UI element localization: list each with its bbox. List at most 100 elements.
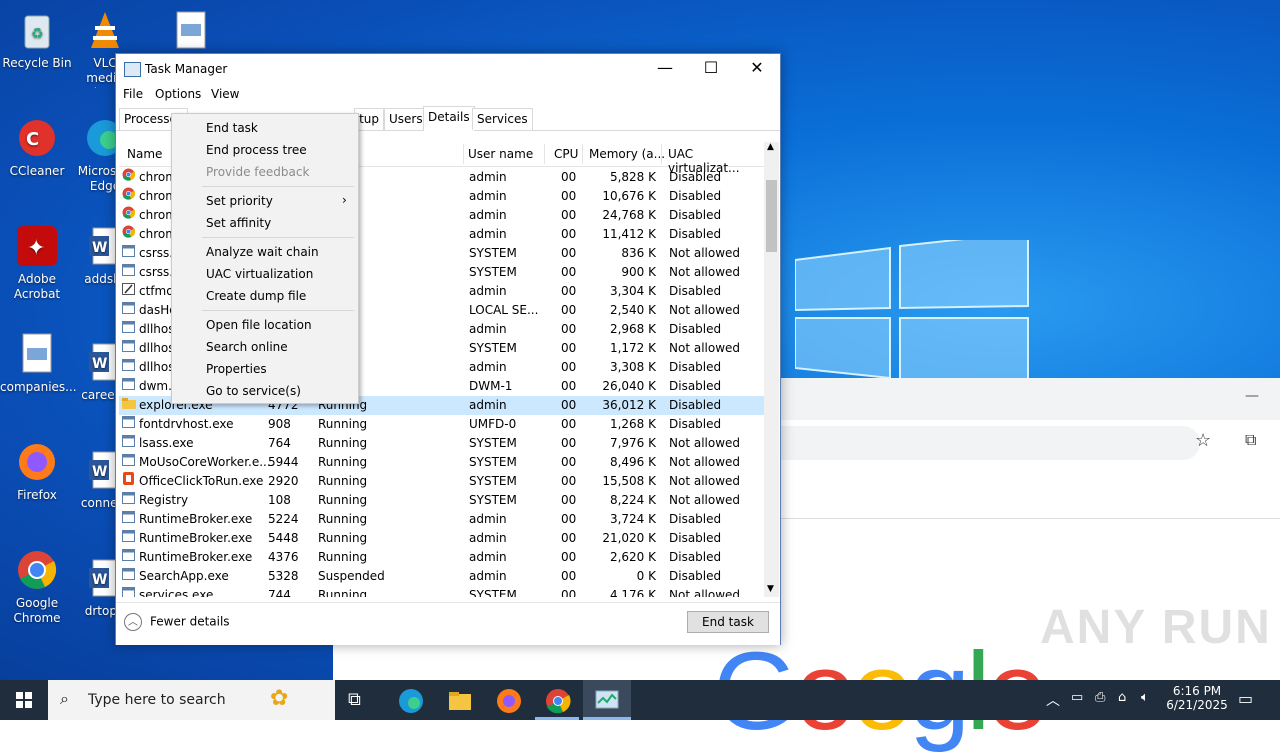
chrome-address-bar[interactable] xyxy=(780,426,1200,460)
table-row[interactable]: services.exe 744 Running SYSTEM 00 Not allowe… xyxy=(119,586,764,597)
adobe-acrobat-shortcut[interactable]: ✦ Adobe Acrobat xyxy=(0,224,74,302)
notifications-icon[interactable]: ▭ xyxy=(1238,689,1253,708)
table-row[interactable]: fontdrvhost.exe 908 Running UMFD-0 00 Disable… xyxy=(119,415,764,434)
cell-uac: Not allowed xyxy=(669,474,741,488)
cell-name: MoUsoCoreWorker.e... xyxy=(139,455,271,469)
cell-pid: 5328 xyxy=(268,569,299,583)
desktop-icon-label: Recycle Bin xyxy=(2,56,72,70)
table-row[interactable]: MoUsoCoreWorker.e... 5944 Running SYSTEM 00 N… xyxy=(119,453,764,472)
task-manager-icon xyxy=(124,62,141,77)
cell-memory: 4,176 K xyxy=(609,588,656,597)
firefox-shortcut[interactable]: Firefox xyxy=(0,440,74,503)
extensions-icon[interactable]: ⧉ xyxy=(1245,430,1256,450)
column-divider[interactable] xyxy=(463,144,464,164)
table-row[interactable]: SearchApp.exe 5328 Suspended admin 00 Disable… xyxy=(119,567,764,586)
menu-item-analyze-wait-chain[interactable]: Analyze wait chain xyxy=(206,245,319,259)
table-row[interactable]: OfficeClickToRun.exe 2920 Running SYSTEM 00 N… xyxy=(119,472,764,491)
menu-item-properties[interactable]: Properties xyxy=(206,362,267,376)
firefox-taskbar-icon[interactable] xyxy=(496,688,522,714)
vertical-scrollbar[interactable]: ▲ ▼ xyxy=(764,142,779,597)
menu-file[interactable]: File xyxy=(123,87,143,101)
ccleaner-shortcut[interactable]: C CCleaner xyxy=(0,116,74,179)
column-cpu[interactable]: CPU xyxy=(554,147,578,161)
recycle-bin-shortcut[interactable]: ♻ Recycle Bin xyxy=(0,8,74,71)
cell-name: services.exe xyxy=(139,588,214,597)
edge-taskbar-icon[interactable] xyxy=(398,688,424,714)
table-row[interactable]: Registry 108 Running SYSTEM 00 Not allowed 8,2… xyxy=(119,491,764,510)
menu-item-open-file-location[interactable]: Open file location xyxy=(206,318,312,332)
menu-options[interactable]: Options xyxy=(155,87,201,101)
menu-item-create-dump-file[interactable]: Create dump file xyxy=(206,289,306,303)
cell-name: RuntimeBroker.exe xyxy=(139,550,253,564)
cell-uac: Disabled xyxy=(669,379,722,393)
cell-cpu: 00 xyxy=(561,531,577,545)
application-icon xyxy=(122,358,135,371)
network-icon[interactable]: ⌂ xyxy=(1118,690,1126,705)
device-icon[interactable]: ⎙ xyxy=(1095,690,1105,705)
clock[interactable]: 6:16 PM 6/21/2025 xyxy=(1166,684,1228,712)
minimize-button[interactable]: — xyxy=(642,54,688,84)
image-file-shortcut[interactable] xyxy=(155,8,215,53)
menu-item-search-online[interactable]: Search online xyxy=(206,340,288,354)
menu-item-end-task[interactable]: End task xyxy=(206,121,258,135)
application-icon xyxy=(122,415,135,428)
scroll-down-icon[interactable]: ▼ xyxy=(767,584,774,594)
title-bar[interactable]: Task Manager — ☐ ✕ xyxy=(116,54,780,84)
close-button[interactable]: ✕ xyxy=(734,54,780,84)
column-memory[interactable]: Memory (a... xyxy=(589,147,665,161)
cell-uac: Not allowed xyxy=(669,265,741,279)
cell-user-name: admin xyxy=(469,512,507,526)
google-chrome-shortcut[interactable]: Google Chrome xyxy=(0,548,74,626)
task-view-icon[interactable]: ⧉ xyxy=(348,689,374,715)
desktop-icon-label: CCleaner xyxy=(9,164,65,178)
column-name[interactable]: Name xyxy=(127,147,162,161)
table-row[interactable]: lsass.exe 764 Running SYSTEM 00 Not allowed 7,… xyxy=(119,434,764,453)
scroll-up-icon[interactable]: ▲ xyxy=(767,142,774,152)
minimize-icon[interactable]: — xyxy=(1245,388,1259,404)
cell-cpu: 00 xyxy=(561,265,577,279)
task-manager-taskbar-button[interactable] xyxy=(583,680,631,720)
application-icon xyxy=(122,320,135,333)
menu-item-set-priority[interactable]: Set priority xyxy=(206,194,273,208)
cell-cpu: 00 xyxy=(561,303,577,317)
column-user-name[interactable]: User name xyxy=(468,147,533,161)
application-icon xyxy=(122,548,135,561)
menu-item-uac-virtualization[interactable]: UAC virtualization xyxy=(206,267,313,281)
file-explorer-icon[interactable] xyxy=(447,688,473,714)
fewer-details-button[interactable]: ︿ Fewer details xyxy=(124,613,230,631)
svg-text:C: C xyxy=(26,129,39,150)
cell-cpu: 00 xyxy=(561,284,577,298)
menu-item-go-to-services[interactable]: Go to service(s) xyxy=(206,384,301,398)
table-row[interactable]: RuntimeBroker.exe 4376 Running admin 00 Disab… xyxy=(119,548,764,567)
chrome-taskbar-icon[interactable] xyxy=(545,688,571,714)
cell-cpu: 00 xyxy=(561,322,577,336)
menu-item-end-process-tree[interactable]: End process tree xyxy=(206,143,307,157)
companies-file-shortcut[interactable]: companies... xyxy=(0,332,77,395)
scrollbar-thumb[interactable] xyxy=(766,180,777,252)
column-divider[interactable] xyxy=(544,144,545,164)
taskbar-search-box[interactable]: ⌕ Type here to search ✿ xyxy=(48,680,335,720)
column-divider[interactable] xyxy=(582,144,583,164)
maximize-button[interactable]: ☐ xyxy=(688,54,734,84)
table-row[interactable]: RuntimeBroker.exe 5448 Running admin 00 Disab… xyxy=(119,529,764,548)
column-divider[interactable] xyxy=(661,144,662,164)
table-row[interactable]: RuntimeBroker.exe 5224 Running admin 00 Disab… xyxy=(119,510,764,529)
tab-details[interactable]: Details xyxy=(423,106,475,131)
svg-text:W: W xyxy=(92,356,107,372)
start-button[interactable] xyxy=(0,680,48,720)
volume-icon[interactable]: 🔈︎ xyxy=(1141,690,1149,705)
battery-icon[interactable]: ▭ xyxy=(1071,690,1083,705)
show-hidden-icons-icon[interactable]: ︿ xyxy=(1046,690,1060,710)
windows-start-icon xyxy=(16,692,32,708)
end-task-button[interactable]: End task xyxy=(687,611,769,633)
cell-cpu: 00 xyxy=(561,189,577,203)
cell-user-name: SYSTEM xyxy=(469,474,517,488)
tab-services[interactable]: Services xyxy=(472,108,533,130)
menu-view[interactable]: View xyxy=(211,87,239,101)
bookmark-star-icon[interactable]: ☆ xyxy=(1195,430,1211,451)
cell-user-name: SYSTEM xyxy=(469,588,517,597)
menu-item-set-affinity[interactable]: Set affinity xyxy=(206,216,271,230)
cell-name: OfficeClickToRun.exe xyxy=(139,474,264,488)
tab-users[interactable]: Users xyxy=(384,108,428,130)
firefox-icon xyxy=(15,440,59,484)
